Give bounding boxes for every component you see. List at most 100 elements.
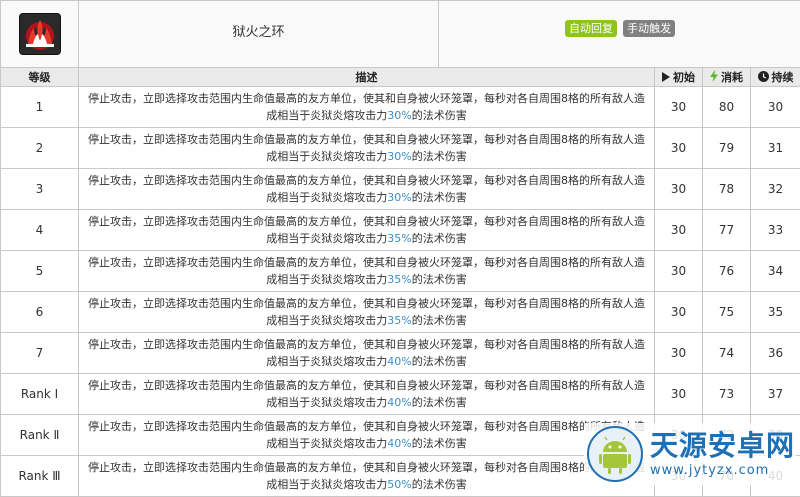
description-text: 停止攻击，立即选择攻击范围内生命值最高的友方单位，使其和自身被火环笼罩，每秒对各… bbox=[88, 297, 645, 327]
level-cell: 3 bbox=[1, 169, 79, 210]
level-cell: 2 bbox=[1, 128, 79, 169]
description-cell: 停止攻击，立即选择攻击范围内生命值最高的友方单位，使其和自身被火环笼罩，每秒对各… bbox=[79, 128, 655, 169]
level-cell: Rank Ⅱ bbox=[1, 415, 79, 456]
description-suffix: 的法术伤害 bbox=[412, 478, 467, 491]
col-description: 描述 bbox=[79, 68, 655, 87]
description-cell: 停止攻击，立即选择攻击范围内生命值最高的友方单位，使其和自身被火环笼罩，每秒对各… bbox=[79, 169, 655, 210]
damage-percent: 40% bbox=[387, 437, 411, 450]
description-cell: 停止攻击，立即选择攻击范围内生命值最高的友方单位，使其和自身被火环笼罩，每秒对各… bbox=[79, 292, 655, 333]
watermark: 天源安卓网 www.jytyzx.com bbox=[584, 423, 796, 485]
description-text: 停止攻击，立即选择攻击范围内生命值最高的友方单位，使其和自身被火环笼罩，每秒对各… bbox=[88, 420, 645, 450]
duration-cell: 36 bbox=[751, 333, 800, 374]
description-suffix: 的法术伤害 bbox=[412, 232, 467, 245]
col-duration: 持续 bbox=[751, 68, 800, 87]
initial-cell: 30 bbox=[655, 292, 703, 333]
description-text: 停止攻击，立即选择攻击范围内生命值最高的友方单位，使其和自身被火环笼罩，每秒对各… bbox=[88, 338, 645, 368]
table-row: 1 停止攻击，立即选择攻击范围内生命值最高的友方单位，使其和自身被火环笼罩，每秒对… bbox=[1, 87, 800, 128]
table-row: 5 停止攻击，立即选择攻击范围内生命值最高的友方单位，使其和自身被火环笼罩，每秒对… bbox=[1, 251, 800, 292]
col-level: 等级 bbox=[1, 68, 79, 87]
description-cell: 停止攻击，立即选择攻击范围内生命值最高的友方单位，使其和自身被火环笼罩，每秒对各… bbox=[79, 333, 655, 374]
cost-cell: 73 bbox=[703, 374, 751, 415]
cost-cell: 77 bbox=[703, 210, 751, 251]
lightning-icon bbox=[710, 70, 718, 85]
skill-name: 狱火之环 bbox=[79, 1, 439, 68]
initial-cell: 30 bbox=[655, 87, 703, 128]
description-cell: 停止攻击，立即选择攻击范围内生命值最高的友方单位，使其和自身被火环笼罩，每秒对各… bbox=[79, 374, 655, 415]
damage-percent: 50% bbox=[387, 478, 411, 491]
initial-cell: 30 bbox=[655, 128, 703, 169]
initial-cell: 30 bbox=[655, 210, 703, 251]
description-suffix: 的法术伤害 bbox=[412, 109, 467, 122]
description-suffix: 的法术伤害 bbox=[412, 273, 467, 286]
watermark-url: www.jytyzx.com bbox=[650, 463, 795, 478]
damage-percent: 30% bbox=[387, 150, 411, 163]
table-row: 6 停止攻击，立即选择攻击范围内生命值最高的友方单位，使其和自身被火环笼罩，每秒对… bbox=[1, 292, 800, 333]
cost-cell: 76 bbox=[703, 251, 751, 292]
col-duration-label: 持续 bbox=[772, 71, 794, 84]
level-cell: 4 bbox=[1, 210, 79, 251]
level-cell: 7 bbox=[1, 333, 79, 374]
duration-cell: 32 bbox=[751, 169, 800, 210]
description-suffix: 的法术伤害 bbox=[412, 396, 467, 409]
duration-cell: 37 bbox=[751, 374, 800, 415]
play-icon bbox=[662, 72, 670, 85]
description-text: 停止攻击，立即选择攻击范围内生命值最高的友方单位，使其和自身被火环笼罩，每秒对各… bbox=[88, 174, 645, 204]
duration-cell: 31 bbox=[751, 128, 800, 169]
damage-percent: 40% bbox=[387, 355, 411, 368]
col-cost-label: 消耗 bbox=[721, 71, 743, 84]
skill-header-row: 狱火之环 自动回复 手动触发 bbox=[1, 1, 800, 68]
cost-cell: 74 bbox=[703, 333, 751, 374]
cost-cell: 75 bbox=[703, 292, 751, 333]
duration-cell: 35 bbox=[751, 292, 800, 333]
table-row: Rank Ⅰ 停止攻击，立即选择攻击范围内生命值最高的友方单位，使其和自身被火环笼… bbox=[1, 374, 800, 415]
description-suffix: 的法术伤害 bbox=[412, 314, 467, 327]
damage-percent: 40% bbox=[387, 396, 411, 409]
damage-percent: 35% bbox=[387, 273, 411, 286]
description-cell: 停止攻击，立即选择攻击范围内生命值最高的友方单位，使其和自身被火环笼罩，每秒对各… bbox=[79, 210, 655, 251]
android-robot-logo bbox=[586, 425, 644, 483]
table-row: 2 停止攻击，立即选择攻击范围内生命值最高的友方单位，使其和自身被火环笼罩，每秒对… bbox=[1, 128, 800, 169]
skill-icon-cell bbox=[1, 1, 79, 68]
description-suffix: 的法术伤害 bbox=[412, 191, 467, 204]
watermark-title: 天源安卓网 bbox=[650, 431, 795, 461]
damage-percent: 35% bbox=[387, 232, 411, 245]
description-suffix: 的法术伤害 bbox=[412, 437, 467, 450]
col-initial: 初始 bbox=[655, 68, 703, 87]
initial-cell: 30 bbox=[655, 169, 703, 210]
level-cell: 5 bbox=[1, 251, 79, 292]
initial-cell: 30 bbox=[655, 374, 703, 415]
table-row: 4停止攻击，立即选择攻击范围内生命值最高的友方单位，使其和自身被火环笼罩，每秒对… bbox=[1, 210, 800, 251]
column-header-row: 等级 描述 初始 消耗 持续 bbox=[1, 68, 800, 87]
damage-percent: 35% bbox=[387, 314, 411, 327]
duration-cell: 30 bbox=[751, 87, 800, 128]
damage-percent: 30% bbox=[387, 191, 411, 204]
duration-cell: 33 bbox=[751, 210, 800, 251]
cost-cell: 78 bbox=[703, 169, 751, 210]
table-row: 7 停止攻击，立即选择攻击范围内生命值最高的友方单位，使其和自身被火环笼罩，每秒对… bbox=[1, 333, 800, 374]
description-text: 停止攻击，立即选择攻击范围内生命值最高的友方单位，使其和自身被火环笼罩，每秒对各… bbox=[88, 133, 645, 163]
level-cell: Rank Ⅰ bbox=[1, 374, 79, 415]
initial-cell: 30 bbox=[655, 251, 703, 292]
description-cell: 停止攻击，立即选择攻击范围内生命值最高的友方单位，使其和自身被火环笼罩，每秒对各… bbox=[79, 87, 655, 128]
cost-cell: 80 bbox=[703, 87, 751, 128]
clock-icon bbox=[758, 71, 769, 85]
description-suffix: 的法术伤害 bbox=[412, 150, 467, 163]
initial-cell: 30 bbox=[655, 333, 703, 374]
description-text: 停止攻击，立即选择攻击范围内生命值最高的友方单位，使其和自身被火环笼罩，每秒对各… bbox=[88, 379, 645, 409]
skill-tags: 自动回复 手动触发 bbox=[439, 1, 800, 68]
fire-ring-icon bbox=[19, 13, 61, 55]
level-cell: 1 bbox=[1, 87, 79, 128]
description-cell: 停止攻击，立即选择攻击范围内生命值最高的友方单位，使其和自身被火环笼罩，每秒对各… bbox=[79, 456, 655, 497]
description-cell: 停止攻击，立即选择攻击范围内生命值最高的友方单位，使其和自身被火环笼罩，每秒对各… bbox=[79, 251, 655, 292]
damage-percent: 30% bbox=[387, 109, 411, 122]
duration-cell: 34 bbox=[751, 251, 800, 292]
level-cell: 6 bbox=[1, 292, 79, 333]
col-cost: 消耗 bbox=[703, 68, 751, 87]
description-text: 停止攻击，立即选择攻击范围内生命值最高的友方单位，使其和自身被火环笼罩，每秒对各… bbox=[88, 92, 645, 122]
tag-auto-recovery: 自动回复 bbox=[565, 20, 617, 37]
tag-manual-trigger: 手动触发 bbox=[623, 20, 675, 37]
description-suffix: 的法术伤害 bbox=[412, 355, 467, 368]
cost-cell: 79 bbox=[703, 128, 751, 169]
description-text: 停止攻击，立即选择攻击范围内生命值最高的友方单位，使其和自身被火环笼罩，每秒对各… bbox=[88, 256, 645, 286]
table-row: 3 停止攻击，立即选择攻击范围内生命值最高的友方单位，使其和自身被火环笼罩，每秒对… bbox=[1, 169, 800, 210]
